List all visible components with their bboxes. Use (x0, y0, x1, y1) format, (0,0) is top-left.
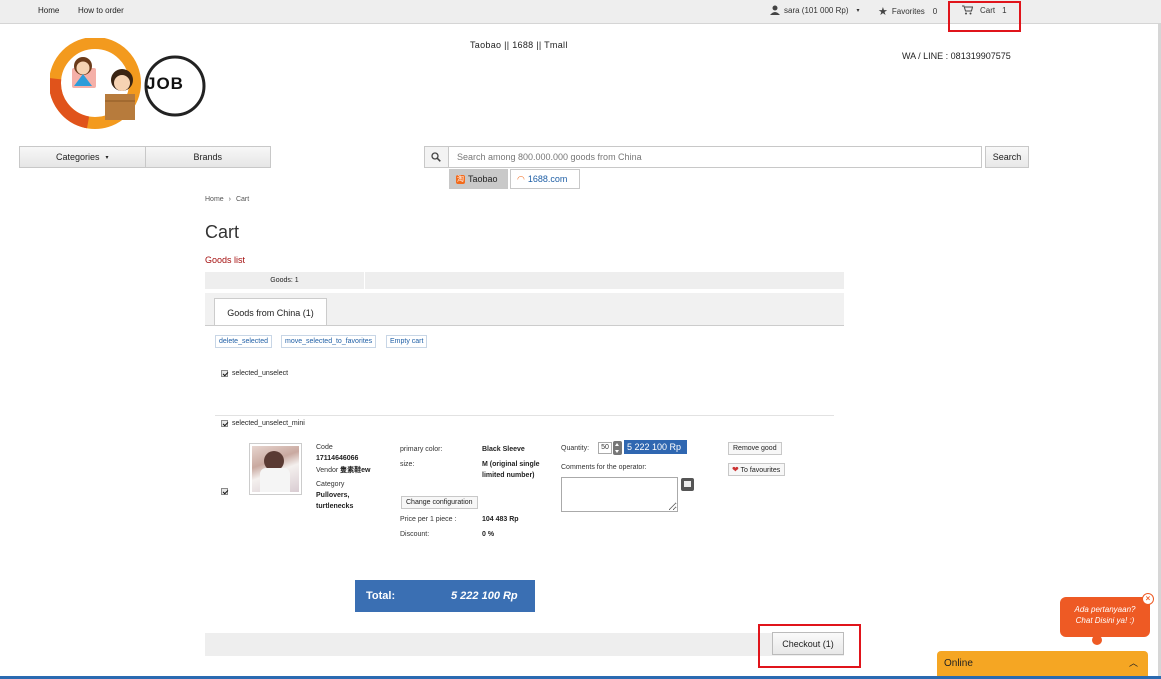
goods-count: Goods: 1 (205, 272, 365, 290)
chat-status: Online (944, 658, 973, 669)
item-select (221, 488, 228, 495)
remove-good-button[interactable]: Remove good (728, 442, 782, 455)
select-mini-label: selected_unselect_mini (232, 420, 305, 427)
source-tab-taobao[interactable]: 淘 Taobao (449, 169, 508, 189)
site-tagline: Taobao || 1688 || Tmall (470, 40, 568, 50)
user-name: sara (101 000 Rp) (784, 5, 849, 15)
total-currency: Rp (502, 590, 518, 602)
nav-home-link[interactable]: Home (38, 6, 59, 15)
favorites-count: 0 (932, 7, 938, 16)
favorites-link[interactable]: ★ Favorites 0 (878, 5, 937, 18)
breadcrumb-separator: › (228, 196, 231, 203)
select-all-row: selected_unselect (221, 370, 288, 377)
primary-color-label: primary color: (400, 446, 443, 453)
search-input[interactable] (448, 146, 983, 168)
category-label: Category (316, 481, 345, 488)
brands-label: Brands (193, 152, 223, 162)
contact-number: WA / LINE : 081319907575 (902, 51, 1011, 61)
source-1688-label: 1688.com (527, 174, 568, 184)
quantity-input[interactable]: 50 (598, 442, 612, 454)
select-all-checkbox[interactable] (221, 370, 228, 377)
quantity-label: Quantity: (561, 445, 590, 452)
user-menu[interactable]: sara (101 000 Rp) ▾ (770, 5, 860, 15)
size-value: M (original single limited number) (482, 461, 540, 479)
source-tab-1688[interactable]: ◠ 1688.com (510, 169, 580, 189)
taobao-icon: 淘 (456, 174, 465, 184)
operator-comment-field[interactable] (561, 477, 678, 512)
chevron-down-icon: ▾ (105, 154, 109, 161)
1688-icon: ◠ (517, 173, 525, 184)
to-favourites-label: To favourites (740, 467, 781, 474)
to-favourites-button[interactable]: ❤ To favourites (728, 463, 786, 476)
total-amount: 5 222 100 (451, 590, 500, 602)
checkout-highlight-box (758, 624, 861, 668)
page-title: Cart (205, 222, 240, 242)
tabs-divider (205, 325, 844, 326)
comments-label: Comments for the operator: (561, 464, 647, 471)
save-comment-icon[interactable] (681, 478, 694, 491)
chevron-down-icon: ▾ (856, 7, 860, 14)
row-divider (215, 415, 834, 416)
total-label: Total: (366, 590, 396, 602)
breadcrumb: Home › Cart (205, 196, 249, 203)
line-total: 5 222 100 Rp (624, 440, 687, 454)
user-icon (770, 5, 780, 15)
categories-label: Categories (55, 152, 100, 162)
empty-cart-link[interactable]: Empty cart (386, 335, 428, 348)
price-label: Price per 1 piece : (400, 516, 457, 523)
product-code[interactable]: 17114646066 (316, 453, 376, 464)
search-button[interactable]: Search (985, 146, 1029, 168)
star-icon: ★ (878, 6, 888, 18)
goods-list-heading: Goods list (205, 255, 246, 265)
search-icon[interactable] (424, 146, 449, 168)
discount-label: Discount: (400, 531, 430, 538)
categories-dropdown[interactable]: Categories ▾ (20, 147, 146, 167)
code-label: Code (316, 444, 333, 451)
brands-button[interactable]: Brands (146, 147, 271, 167)
move-selected-to-favorites-link[interactable]: move_selected_to_favorites (281, 335, 377, 348)
product-meta: Code 17114646066 Vendor 隻素鞋ew Category P… (316, 442, 376, 512)
breadcrumb-current: Cart (235, 196, 250, 203)
size-label: size: (400, 461, 415, 468)
cart-tabs: Goods from China (1) (205, 293, 844, 326)
primary-color-value: Black Sleeve (482, 446, 525, 453)
logo-text: JOB (146, 74, 184, 93)
select-all-label: selected_unselect (232, 370, 289, 377)
select-mini-checkbox[interactable] (221, 420, 228, 427)
close-icon[interactable]: × (1142, 593, 1154, 605)
checkout-bar (205, 633, 844, 656)
change-configuration-button[interactable]: Change configuration (401, 496, 478, 509)
vendor-name[interactable]: 隻素鞋ew (340, 467, 370, 474)
chat-online-bar[interactable]: Online ︿ (937, 651, 1148, 676)
chat-prompt-bubble[interactable]: Ada pertanyaan? Chat Disini ya! :) (1060, 597, 1150, 645)
product-category: Pullovers, turtlenecks (316, 492, 354, 510)
chevron-up-icon: ︿ (1128, 658, 1138, 668)
quantity-stepper[interactable] (613, 441, 622, 455)
favorites-label: Favorites (891, 7, 925, 16)
item-checkbox[interactable] (221, 488, 228, 495)
product-thumbnail[interactable] (249, 443, 302, 495)
delete-selected-link[interactable]: delete_selected (215, 335, 273, 348)
heart-icon: ❤ (732, 465, 739, 474)
chat-prompt-line2: Chat Disini ya! :) (1075, 616, 1135, 625)
category-nav: Categories ▾ Brands (19, 146, 271, 168)
cart-highlight-box (948, 1, 1021, 32)
vendor-label: Vendor (316, 467, 339, 474)
chat-prompt-line1: Ada pertanyaan? (1074, 605, 1136, 614)
nav-how-to-order-link[interactable]: How to order (78, 6, 124, 15)
price-value: 104 483 Rp (482, 516, 519, 523)
breadcrumb-home[interactable]: Home (205, 196, 224, 203)
source-taobao-label: Taobao (468, 174, 498, 184)
search-bar: Search (424, 146, 1029, 168)
site-logo[interactable]: JOB (49, 37, 206, 130)
select-mini-row: selected_unselect_mini (221, 420, 305, 427)
discount-value: 0 % (482, 531, 495, 538)
total-summary: Total: 5 222 100 Rp (355, 580, 535, 612)
tab-goods-from-china[interactable]: Goods from China (1) (214, 298, 327, 326)
total-value: 5 222 100 Rp (451, 590, 518, 602)
goods-summary-row: Goods: 1 (205, 272, 844, 290)
